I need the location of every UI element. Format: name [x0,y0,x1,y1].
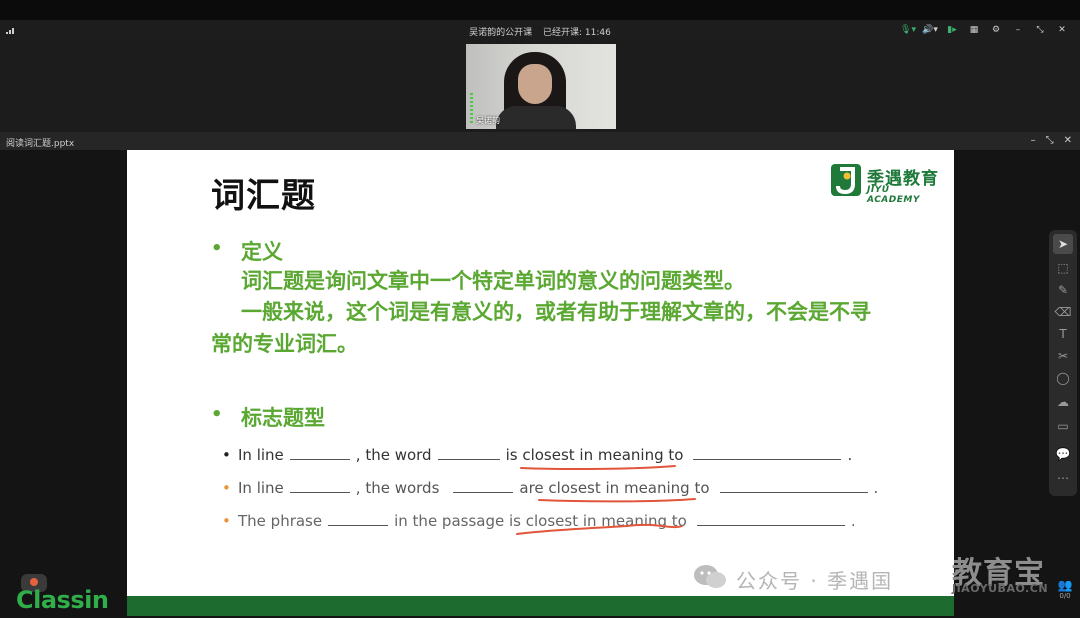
definition-note: 一般来说，这个词是有意义的，或者有助于理解文章的，不会是不寻常的专业词汇。 [211,300,871,356]
chat-icon[interactable]: 💬 [1053,444,1073,464]
cloud-icon[interactable]: ☁ [1053,392,1073,412]
top-strip [0,0,1080,20]
audio-level-meter [470,93,473,123]
whiteboard-toolbar: ➤ ⬚ ✎ ⌫ T ✂ ◯ ☁ ▭ 💬 ⋯ [1049,230,1077,496]
signal-heading: 标志题型 [241,406,325,430]
shape-icon[interactable]: ◯ [1053,368,1073,388]
watermark-text: 公众号 · 季遇国 [736,569,894,593]
camera-icon[interactable]: ▮▸ [944,24,960,36]
wechat-icon [694,565,726,588]
file-name: 阅读词汇题.pptx [6,139,75,149]
restore-icon[interactable]: ⤡ [1046,135,1054,146]
blank [453,481,514,493]
video-strip: 吴诺韵 [0,40,1080,132]
watermark-url: JIAOYUBAO.CN [952,582,1049,595]
blank [289,481,350,493]
jiyu-logo-mark [831,164,861,196]
classroom-window: 吴诺韵的公开课 已经开课: 11:46 🎙▾ 🔊▾ ▮▸ ▦ ⚙ – ⤡ ✕ 吴… [0,0,1080,618]
user-counter[interactable]: 👥 0/0 [1054,578,1076,608]
minimize-icon[interactable]: – [1031,135,1036,146]
cursor-icon[interactable]: ➤ [1053,234,1073,254]
blank [696,514,845,526]
jiyu-logo: 季遇教育 JIYU ACADEMY [831,164,941,205]
bullet-icon: • [222,479,231,497]
scissors-icon[interactable]: ✂ [1053,346,1073,366]
slide-title: 词汇题 [211,176,316,216]
blank [719,481,868,493]
question-pattern: • The phrase in the passage is closest in … [222,512,856,530]
question-pattern: • In line, the words are closest in meanin… [222,479,879,497]
bullet-icon: • [222,446,231,464]
classin-logo: Classin [14,572,124,616]
pen-icon[interactable]: ✎ [1053,280,1073,300]
more-icon[interactable]: ⋯ [1053,468,1073,488]
toolbox-icon[interactable]: ▭ [1053,416,1073,436]
session-bar: 吴诺韵的公开课 已经开课: 11:46 🎙▾ 🔊▾ ▮▸ ▦ ⚙ – ⤡ ✕ [0,20,1080,40]
question-pattern: • In line, the word is closest in meaning … [222,446,853,464]
file-window-controls: – ⤡ ✕ [1031,135,1072,146]
close-icon[interactable]: ✕ [1054,24,1070,36]
presentation-slide: 词汇题 季遇教育 JIYU ACADEMY • 定义 词汇题是询问文章中一个特定… [127,150,954,616]
counter-value: 0/0 [1059,592,1071,600]
bullet-icon: • [211,238,223,259]
logo-english: JIYU ACADEMY [867,185,920,205]
blank [289,448,350,460]
session-controls: 🎙▾ 🔊▾ ▮▸ ▦ ⚙ – ⤡ ✕ [900,24,1070,36]
participant-name: 吴诺韵 [476,116,500,125]
definition-text: 词汇题是询问文章中一个特定单词的意义的问题类型。 [241,269,745,293]
close-icon[interactable]: ✕ [1064,135,1072,146]
ink-underline [538,498,696,503]
grid-layout-icon[interactable]: ▦ [966,24,982,36]
file-bar: 阅读词汇题.pptx – ⤡ ✕ [0,132,1080,150]
restore-icon[interactable]: ⤡ [1032,24,1048,36]
blank [437,448,500,460]
users-icon: 👥 [1057,578,1073,592]
annotation-ink [516,465,696,535]
ink-underline [520,465,676,471]
bullet-icon: • [211,404,223,425]
microphone-icon[interactable]: 🎙▾ [900,24,916,36]
select-icon[interactable]: ⬚ [1053,258,1073,278]
speaker-icon[interactable]: 🔊▾ [922,24,938,36]
elapsed-time: 已经开课: 11:46 [543,28,611,38]
course-title: 吴诺韵的公开课 [469,28,533,38]
settings-icon[interactable]: ⚙ [988,24,1004,36]
eraser-icon[interactable]: ⌫ [1053,302,1073,322]
bullet-icon: • [222,512,231,530]
text-icon[interactable]: T [1053,324,1073,344]
classin-wordmark: Classin [16,586,109,614]
watermark: 公众号 · 季遇国 教育宝 JIAOYUBAO.CN [692,556,1072,600]
definition-heading: 定义 [241,240,283,264]
teacher-video[interactable]: 吴诺韵 [466,44,616,129]
minimize-icon[interactable]: – [1010,24,1026,36]
blank [328,514,389,526]
blank [693,448,842,460]
